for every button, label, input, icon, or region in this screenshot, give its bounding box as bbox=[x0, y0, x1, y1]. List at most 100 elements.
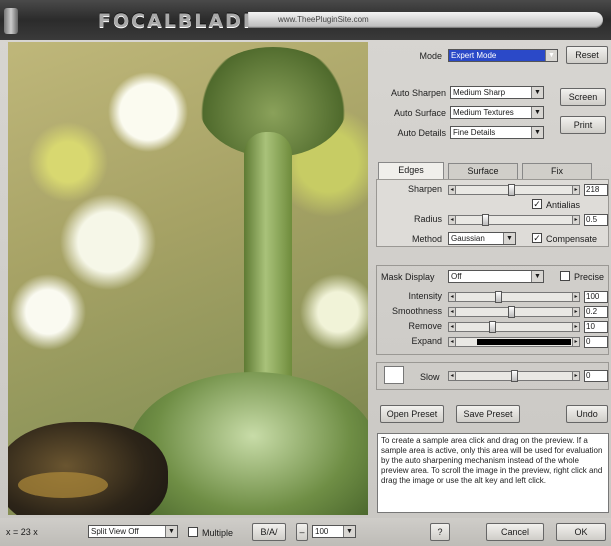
screen-button[interactable]: Screen bbox=[560, 88, 606, 106]
tab-surface[interactable]: Surface bbox=[448, 163, 518, 179]
method-select[interactable]: Gaussian ▼ bbox=[448, 232, 516, 245]
open-preset-button[interactable]: Open Preset bbox=[380, 405, 444, 423]
auto-sharpen-value: Medium Sharp bbox=[453, 88, 506, 97]
slider-left-icon: ◂ bbox=[448, 215, 456, 225]
intensity-label: Intensity bbox=[408, 291, 442, 301]
smoothness-label: Smoothness bbox=[391, 306, 442, 316]
slider-left-icon: ◂ bbox=[448, 185, 456, 195]
auto-surface-value: Medium Textures bbox=[453, 108, 514, 117]
intensity-slider-thumb[interactable] bbox=[495, 291, 502, 303]
slider-right-icon: ▸ bbox=[572, 337, 580, 347]
auto-surface-label: Auto Surface bbox=[393, 108, 446, 118]
help-button[interactable]: ? bbox=[430, 523, 450, 541]
auto-details-label: Auto Details bbox=[397, 128, 446, 138]
sharpen-value[interactable]: 218 bbox=[584, 184, 608, 196]
sharpen-slider-thumb[interactable] bbox=[508, 184, 515, 196]
slow-slider-thumb[interactable] bbox=[511, 370, 518, 382]
mode-select[interactable]: Expert Mode ▼ bbox=[448, 49, 558, 62]
auto-details-select[interactable]: Fine Details ▼ bbox=[450, 126, 544, 139]
before-after-button[interactable]: B/A/ bbox=[252, 523, 286, 541]
website-url[interactable]: www.TheePluginSite.com bbox=[278, 15, 369, 24]
slider-right-icon: ▸ bbox=[572, 185, 580, 195]
multiple-label: Multiple bbox=[202, 528, 234, 538]
radius-slider-thumb[interactable] bbox=[482, 214, 489, 226]
radius-slider[interactable]: ◂ ▸ bbox=[448, 214, 580, 226]
status-bar: x = 23 x Split View Off ▼ Multiple B/A/ –… bbox=[0, 518, 611, 546]
auto-details-value: Fine Details bbox=[453, 128, 496, 137]
method-label: Method bbox=[411, 234, 442, 244]
preview-bee bbox=[8, 422, 168, 515]
print-button[interactable]: Print bbox=[560, 116, 606, 134]
precise-checkbox[interactable] bbox=[560, 271, 570, 281]
mask-display-value: Off bbox=[451, 272, 462, 281]
mode-label: Mode bbox=[419, 51, 442, 61]
title-bar: FOCALBLADE www.TheePluginSite.com bbox=[0, 0, 611, 40]
split-view-value: Split View Off bbox=[91, 527, 139, 536]
chevron-down-icon: ▼ bbox=[531, 107, 543, 118]
mask-display-label: Mask Display bbox=[381, 272, 435, 282]
minus-icon: – bbox=[299, 527, 305, 537]
zoom-value: 100 bbox=[315, 527, 329, 536]
tab-edges[interactable]: Edges bbox=[378, 162, 444, 180]
slow-value[interactable]: 0 bbox=[584, 370, 608, 382]
precise-label: Precise bbox=[574, 272, 605, 282]
auto-sharpen-select[interactable]: Medium Sharp ▼ bbox=[450, 86, 544, 99]
help-text-box: To create a sample area click and drag o… bbox=[377, 433, 609, 513]
antialias-checkbox[interactable]: ✓ bbox=[532, 199, 542, 209]
expand-slider[interactable]: ◂ ▸ bbox=[448, 337, 580, 347]
compensate-checkbox[interactable]: ✓ bbox=[532, 233, 542, 243]
slider-right-icon: ▸ bbox=[572, 215, 580, 225]
radius-label: Radius bbox=[413, 214, 442, 224]
expand-label: Expand bbox=[411, 336, 442, 346]
split-view-select[interactable]: Split View Off ▼ bbox=[88, 525, 178, 538]
slider-left-icon: ◂ bbox=[448, 371, 456, 381]
image-preview[interactable] bbox=[8, 42, 368, 515]
focalblade-window: FOCALBLADE www.TheePluginSite.com Mode E… bbox=[0, 0, 611, 546]
chevron-down-icon: ▼ bbox=[545, 50, 557, 61]
color-swatch[interactable] bbox=[384, 366, 404, 384]
chevron-down-icon: ▼ bbox=[343, 526, 355, 537]
expand-slider-fill bbox=[477, 339, 571, 345]
slider-left-icon: ◂ bbox=[448, 322, 456, 332]
expand-value[interactable]: 0 bbox=[584, 336, 608, 348]
sharpen-slider[interactable]: ◂ ▸ bbox=[448, 184, 580, 196]
slider-left-icon: ◂ bbox=[448, 337, 456, 347]
intensity-value[interactable]: 100 bbox=[584, 291, 608, 303]
remove-value[interactable]: 10 bbox=[584, 321, 608, 333]
preview-bee-stripe bbox=[18, 472, 108, 498]
slider-right-icon: ▸ bbox=[572, 322, 580, 332]
slow-slider[interactable]: ◂ ▸ bbox=[448, 370, 580, 382]
slow-label: Slow bbox=[420, 372, 440, 382]
slider-left-icon: ◂ bbox=[448, 307, 456, 317]
save-preset-button[interactable]: Save Preset bbox=[456, 405, 520, 423]
chevron-down-icon: ▼ bbox=[165, 526, 177, 537]
antialias-label: Antialias bbox=[546, 200, 581, 210]
chevron-down-icon: ▼ bbox=[531, 271, 543, 282]
cancel-button[interactable]: Cancel bbox=[486, 523, 544, 541]
remove-label: Remove bbox=[408, 321, 442, 331]
zoom-select[interactable]: 100 ▼ bbox=[312, 525, 356, 538]
chevron-down-icon: ▼ bbox=[503, 233, 515, 244]
reset-button[interactable]: Reset bbox=[566, 46, 608, 64]
slider-left-icon: ◂ bbox=[448, 292, 456, 302]
ok-button[interactable]: OK bbox=[556, 523, 606, 541]
method-value: Gaussian bbox=[451, 234, 485, 243]
remove-slider[interactable]: ◂ ▸ bbox=[448, 321, 580, 333]
auto-sharpen-label: Auto Sharpen bbox=[390, 88, 446, 98]
compensate-label: Compensate bbox=[546, 234, 598, 244]
smoothness-slider-thumb[interactable] bbox=[508, 306, 515, 318]
radius-value[interactable]: 0.5 bbox=[584, 214, 608, 226]
tab-fix[interactable]: Fix bbox=[522, 163, 592, 179]
remove-slider-thumb[interactable] bbox=[489, 321, 496, 333]
mask-display-select[interactable]: Off ▼ bbox=[448, 270, 544, 283]
smoothness-value[interactable]: 0.2 bbox=[584, 306, 608, 318]
intensity-slider[interactable]: ◂ ▸ bbox=[448, 291, 580, 303]
smoothness-slider[interactable]: ◂ ▸ bbox=[448, 306, 580, 318]
chevron-down-icon: ▼ bbox=[531, 127, 543, 138]
multiple-checkbox[interactable] bbox=[188, 527, 198, 537]
auto-surface-select[interactable]: Medium Textures ▼ bbox=[450, 106, 544, 119]
undo-button[interactable]: Undo bbox=[566, 405, 608, 423]
window-handle-icon[interactable] bbox=[4, 8, 18, 34]
zoom-out-button[interactable]: – bbox=[296, 523, 308, 541]
zoom-text: x = 23 x bbox=[6, 527, 38, 537]
